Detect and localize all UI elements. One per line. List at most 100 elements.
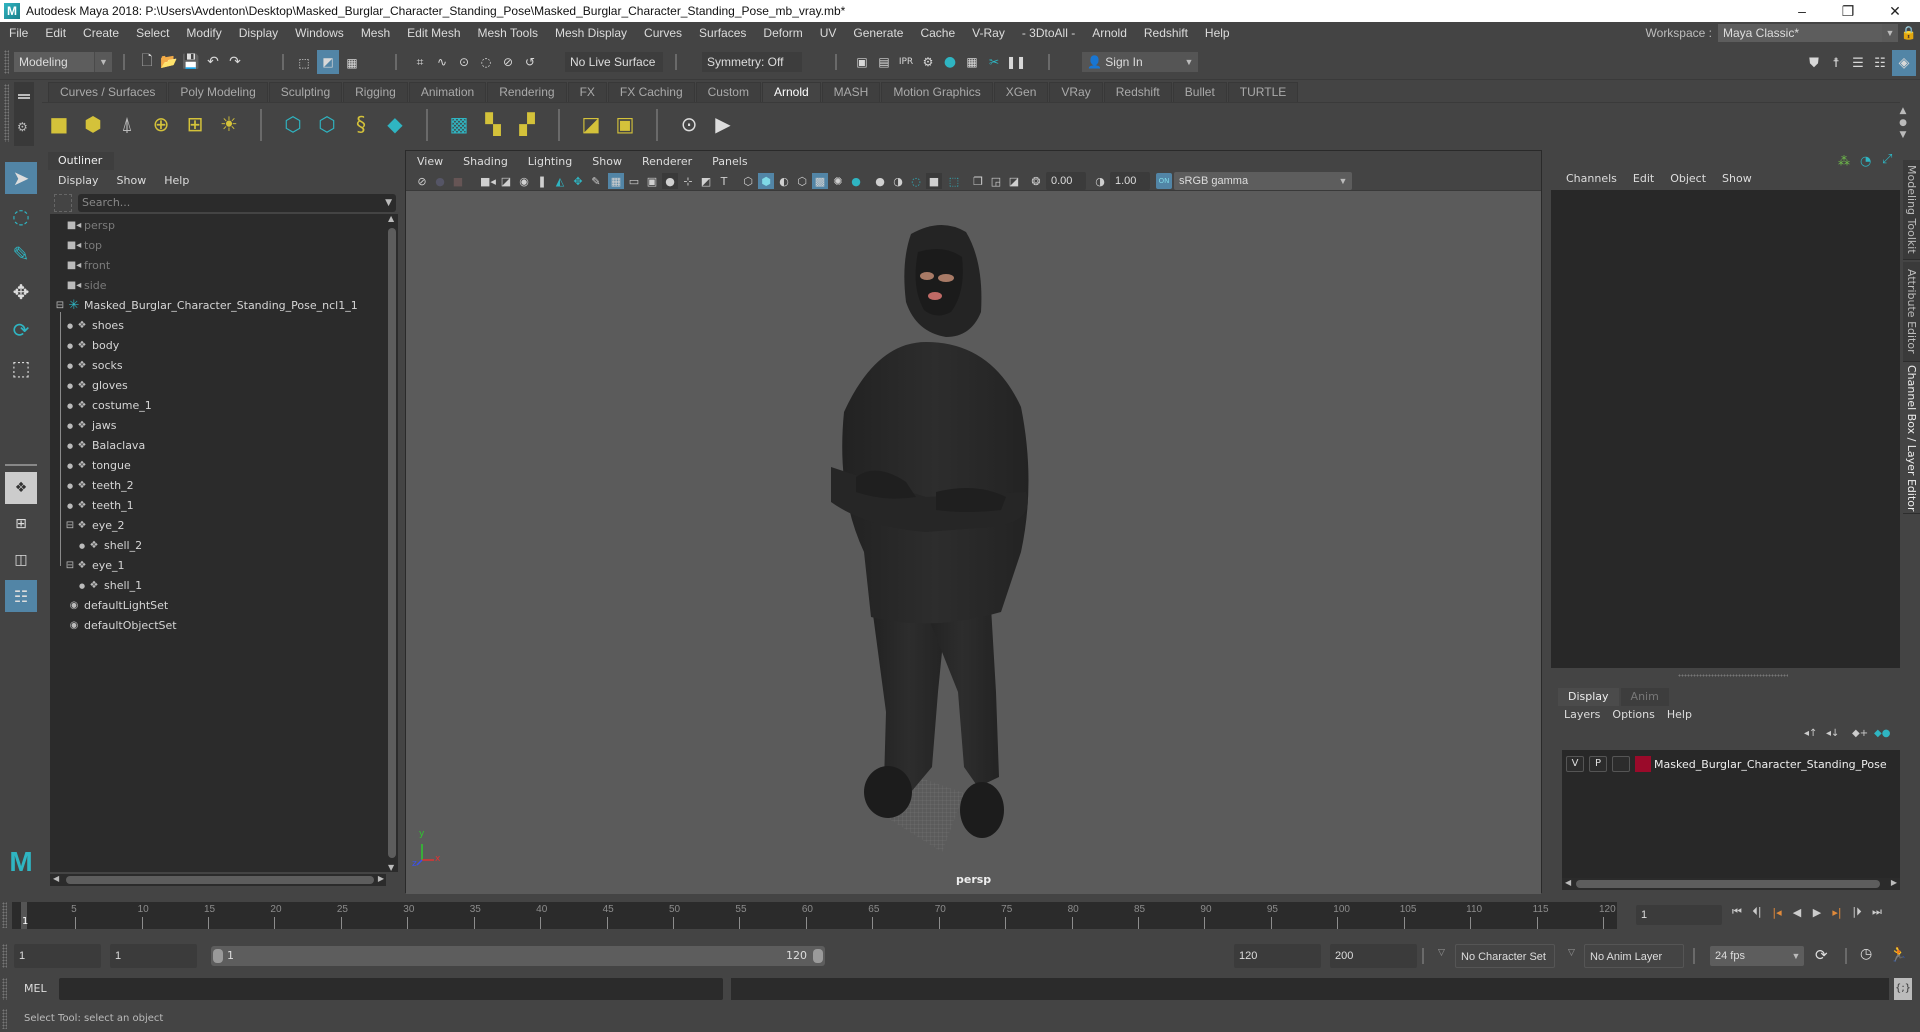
scroll-up-icon[interactable]: ▲	[388, 214, 394, 223]
outliner-item[interactable]: ■◂ top	[50, 236, 380, 256]
menu-deform[interactable]: Deform	[754, 26, 810, 40]
speed-icon[interactable]: ◔	[1860, 154, 1876, 169]
menu-edit-mesh[interactable]: Edit Mesh	[398, 26, 468, 40]
shelf-settings-gear-icon[interactable]: ⚙	[17, 120, 28, 134]
range-bar[interactable]: 1 120	[211, 946, 825, 966]
step-back-frame-icon[interactable]: ⏴|	[1748, 904, 1766, 920]
outliner-tab[interactable]: Outliner	[48, 152, 114, 170]
snap-view-plane-icon[interactable]: ◌	[476, 52, 496, 72]
shelf-tab-rendering[interactable]: Rendering	[487, 82, 567, 102]
time-slider-track[interactable]: 1 5 10 15 20 25 30 35 40 45 50 55 60 65 70 75 80 85 90 95 1…	[12, 902, 1617, 929]
menu-3dtoall[interactable]: - 3DtoAll -	[1013, 26, 1083, 40]
shelf-tab-rigging[interactable]: Rigging	[343, 82, 408, 102]
shadows-icon[interactable]: ●	[848, 173, 864, 189]
viewport-menu-lighting[interactable]: Lighting	[517, 155, 581, 168]
move-layer-up-icon[interactable]: ◂↑	[1804, 728, 1817, 739]
render-play-icon[interactable]: ▶	[708, 109, 738, 139]
scroll-thumb[interactable]	[66, 876, 374, 884]
step-forward-frame-icon[interactable]: |⏵	[1848, 904, 1866, 920]
outliner-item[interactable]: ● ❖ body	[50, 336, 380, 356]
lasso-select-icon[interactable]: ◌	[5, 200, 37, 232]
menu-file[interactable]: File	[0, 26, 36, 40]
workspace-dropdown[interactable]: Maya Classic* ▼	[1718, 24, 1898, 42]
camera-attributes-icon[interactable]: ●	[432, 173, 448, 189]
layer-menu-options[interactable]: Options	[1606, 706, 1660, 724]
viewport-canvas[interactable]: y x z persp	[406, 192, 1541, 894]
layer-menu-layers[interactable]: Layers	[1558, 706, 1606, 724]
chevron-down-icon[interactable]: ▽	[1568, 948, 1575, 958]
image-plane-icon[interactable]: ◭	[552, 173, 568, 189]
menu-windows[interactable]: Windows	[286, 26, 352, 40]
outliner-item[interactable]: ● ❖ costume_1	[50, 396, 380, 416]
current-time-indicator[interactable]: 1	[21, 902, 28, 929]
menu-set-dropdown[interactable]: Modeling ▼	[14, 52, 112, 72]
shelf-tab-turtle[interactable]: TURTLE	[1227, 82, 1299, 102]
mesh-light-icon[interactable]: ⬢	[78, 109, 108, 139]
layer-color-swatch[interactable]	[1635, 756, 1651, 772]
viewport-menu-view[interactable]: View	[406, 155, 452, 168]
outliner-item[interactable]: ■◂ side	[50, 276, 380, 296]
script-editor-icon[interactable]: {;}	[1894, 978, 1912, 1000]
modeling-toolkit-icon[interactable]: ⛊	[1804, 52, 1824, 74]
live-surface-field[interactable]: No Live Surface	[565, 52, 663, 72]
outliner-item[interactable]: ■◂ front	[50, 256, 380, 276]
animation-end-field[interactable]: 200	[1330, 944, 1417, 968]
side-tab-attribute-editor[interactable]: Attribute Editor	[1903, 262, 1920, 362]
use-all-lights-icon[interactable]: ✺	[830, 173, 846, 189]
gamma-icon[interactable]: ◑	[1092, 173, 1108, 189]
play-backwards-icon[interactable]: ◀	[1788, 904, 1806, 920]
scroll-thumb[interactable]	[1576, 880, 1880, 888]
menu-select[interactable]: Select	[127, 26, 177, 40]
material-override-icon[interactable]: ◪	[576, 109, 606, 139]
outliner-item[interactable]: ⊟ ✳ Masked_Burglar_Character_Standing_Pose…	[50, 296, 380, 316]
screen-space-ao-icon[interactable]: ●	[872, 173, 888, 189]
outliner-menu-display[interactable]: Display	[48, 172, 107, 190]
ipr-preview-icon[interactable]: ⊙	[674, 109, 704, 139]
shelf-tab-motion-graphics[interactable]: Motion Graphics	[881, 82, 993, 102]
channel-box-icon[interactable]: ◈	[1892, 50, 1916, 76]
command-input[interactable]	[59, 978, 723, 1000]
outliner-item[interactable]: ◉ defaultLightSet	[50, 596, 380, 616]
menu-mesh-tools[interactable]: Mesh Tools	[469, 26, 546, 40]
film-gate-icon[interactable]: ▭	[626, 173, 642, 189]
select-by-object-icon[interactable]: ◩	[317, 50, 339, 74]
command-line-grip[interactable]	[2, 978, 7, 1000]
time-slider-grip[interactable]	[2, 902, 7, 928]
help-line-grip[interactable]	[2, 1009, 7, 1029]
grease-pencil-icon[interactable]: ✎	[588, 173, 604, 189]
safe-title-icon[interactable]: T	[716, 173, 732, 189]
shelf-tab-poly-modeling[interactable]: Poly Modeling	[168, 82, 268, 102]
export-standin-icon[interactable]: ⬡	[312, 109, 342, 139]
ipr-render-icon[interactable]: IPR	[896, 52, 916, 72]
outliner-vertical-scrollbar[interactable]: ▲ ▼	[386, 214, 398, 872]
human-ik-icon[interactable]: ☨	[1826, 52, 1846, 74]
outliner-item[interactable]: ● ❖ shell_2	[50, 536, 380, 556]
redo-icon[interactable]: ↷	[225, 52, 245, 72]
range-slider-grip[interactable]	[2, 944, 7, 968]
scale-tool-icon[interactable]: ⬚	[5, 352, 37, 384]
snap-live-icon[interactable]: ⊘	[498, 52, 518, 72]
layer-visibility-toggle[interactable]: V	[1566, 756, 1584, 772]
isolate-select-icon[interactable]: ⬚	[946, 173, 962, 189]
outliner-item[interactable]: ● ❖ shoes	[50, 316, 380, 336]
flush-cache-icon[interactable]: ▞	[512, 109, 542, 139]
outliner-item[interactable]: ● ❖ jaws	[50, 416, 380, 436]
exposure-icon[interactable]: ❂	[1028, 173, 1044, 189]
filter-icon[interactable]	[54, 194, 72, 212]
depth-of-field-icon[interactable]: ■	[926, 173, 942, 189]
menu-vray[interactable]: V-Ray	[963, 26, 1013, 40]
volume-icon[interactable]: ◆	[380, 109, 410, 139]
wireframe-icon[interactable]: ⬡	[740, 173, 756, 189]
default-material-icon[interactable]: ◐	[776, 173, 792, 189]
color-management-toggle[interactable]: ON	[1156, 173, 1172, 189]
chevron-down-icon[interactable]: ▽	[1438, 948, 1445, 958]
menu-redshift[interactable]: Redshift	[1135, 26, 1196, 40]
menu-create[interactable]: Create	[74, 26, 127, 40]
2d-pan-zoom-icon[interactable]: ✥	[570, 173, 586, 189]
playback-end-field[interactable]: 120	[1234, 944, 1321, 968]
outliner-search-input[interactable]: Search... ▼	[78, 194, 396, 212]
shelf-tab-bullet[interactable]: Bullet	[1172, 82, 1227, 102]
gate-mask-icon[interactable]: ●	[662, 173, 678, 189]
bookmarks-icon[interactable]: ■	[450, 173, 466, 189]
field-chart-icon[interactable]: ⊹	[680, 173, 696, 189]
